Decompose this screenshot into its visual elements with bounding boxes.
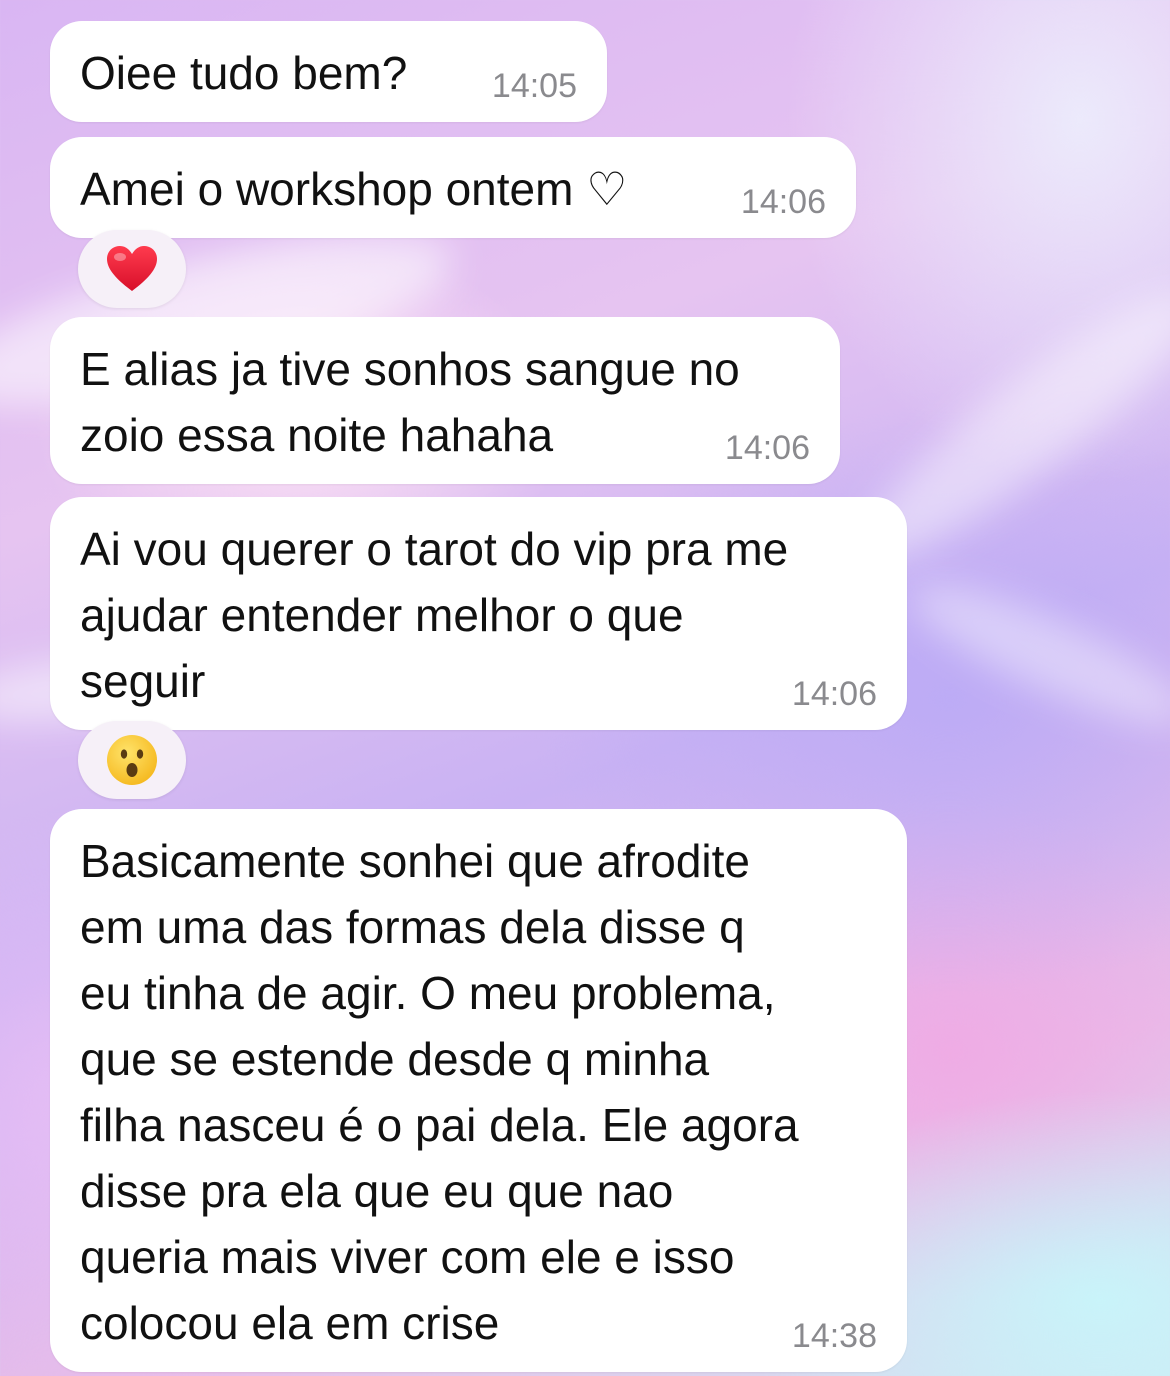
message-text: Basicamente sonhei que afrodite em uma d… — [80, 835, 799, 1349]
message-text: Ai vou querer o tarot do vip pra me ajud… — [80, 523, 789, 707]
message-bubble[interactable]: Oiee tudo bem? 14:05 — [50, 21, 607, 122]
message-bubble[interactable]: E alias ja tive sonhos sangue no zoio es… — [50, 317, 840, 484]
message-text: E alias ja tive sonhos sangue no zoio es… — [80, 343, 740, 461]
message-bubble[interactable]: Basicamente sonhei que afrodite em uma d… — [50, 809, 907, 1372]
message-timestamp: 14:38 — [791, 1317, 877, 1355]
message-timestamp: 14:05 — [491, 67, 577, 105]
message-timestamp: 14:06 — [791, 675, 877, 713]
message-bubble[interactable]: Amei o workshop ontem ♡ 14:06 — [50, 137, 856, 238]
surprised-face-icon — [107, 735, 157, 785]
message-timestamp: 14:06 — [724, 429, 810, 467]
message-reaction[interactable] — [78, 230, 186, 308]
message-reaction[interactable] — [78, 721, 186, 799]
message-text: Amei o workshop ontem ♡ — [80, 163, 628, 215]
message-timestamp: 14:06 — [740, 183, 826, 221]
message-bubble[interactable]: Ai vou querer o tarot do vip pra me ajud… — [50, 497, 907, 730]
red-heart-icon — [107, 246, 157, 291]
